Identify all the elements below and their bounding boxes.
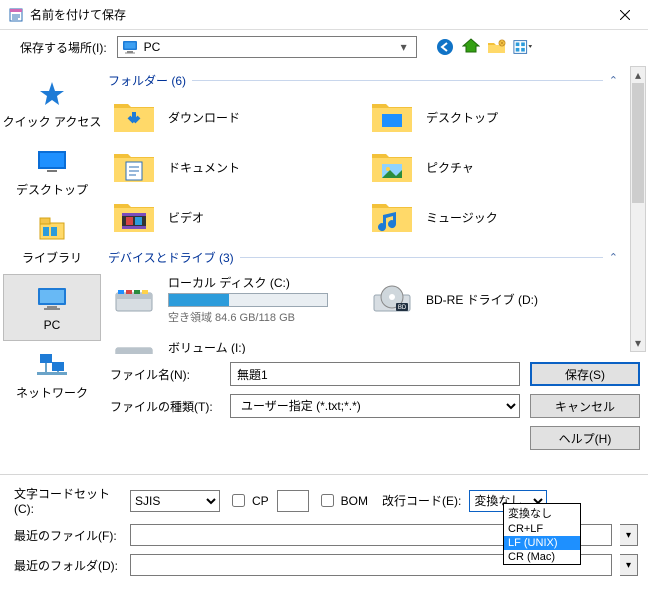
help-button[interactable]: ヘルプ(H) [530, 426, 640, 450]
chevron-down-icon: ▾ [396, 40, 412, 54]
save-button[interactable]: 保存(S) [530, 362, 640, 386]
pc-icon [36, 283, 68, 315]
drive-label: ローカル ディスク (C:) [168, 274, 328, 291]
scrollbar-vertical[interactable]: ▴ ▾ [630, 66, 646, 352]
eol-dropdown-list[interactable]: 変換なし CR+LF LF (UNIX) CR (Mac) [503, 503, 581, 565]
pictures-icon [368, 147, 416, 187]
libraries-icon [36, 214, 68, 246]
app-icon [8, 7, 24, 23]
file-listing: フォルダー (6) ⌃ ダウンロード デスクトップ ドキュメント ピクチャ [104, 64, 648, 354]
hdd-icon [110, 335, 158, 354]
view-menu-button[interactable] [513, 37, 533, 57]
recent-file-label: 最近のファイル(F): [10, 527, 122, 544]
up-button[interactable] [461, 37, 481, 57]
group-title: フォルダー (6) [108, 72, 186, 89]
folder-documents[interactable]: ドキュメント [108, 145, 366, 189]
folder-pictures[interactable]: ピクチャ [366, 145, 624, 189]
capacity-bar [168, 293, 328, 307]
look-in-toolbar: 保存する場所(I): PC ▾ [0, 30, 648, 64]
eol-option[interactable]: 変換なし [504, 504, 580, 522]
bom-checkbox[interactable]: BOM [317, 491, 368, 510]
look-in-label: 保存する場所(I): [20, 39, 107, 56]
drive-c[interactable]: ローカル ディスク (C:) 空き領域 84.6 GB/118 GB [108, 272, 366, 327]
star-icon [36, 78, 68, 110]
collapse-icon: ⌃ [609, 74, 618, 87]
folder-videos[interactable]: ビデオ [108, 195, 366, 239]
svg-text:BD: BD [398, 305, 407, 311]
eol-label: 改行コード(E): [382, 492, 461, 509]
collapse-icon: ⌃ [609, 251, 618, 264]
group-title: デバイスとドライブ (3) [108, 249, 234, 266]
desktop-folder-icon [368, 97, 416, 137]
charset-select[interactable]: SJIS [130, 490, 220, 512]
folder-desktop[interactable]: デスクトップ [366, 95, 624, 139]
recent-folder-dropdown[interactable]: ▾ [620, 554, 638, 576]
folder-downloads[interactable]: ダウンロード [108, 95, 366, 139]
title-bar: 名前を付けて保存 [0, 0, 648, 30]
folder-music[interactable]: ミュージック [366, 195, 624, 239]
recent-folder-label: 最近のフォルダ(D): [10, 557, 122, 574]
scroll-down-icon[interactable]: ▾ [631, 335, 645, 351]
back-button[interactable] [435, 37, 455, 57]
places-bar: クイック アクセス デスクトップ ライブラリ PC ネットワーク [0, 64, 104, 354]
eol-option[interactable]: CR (Mac) [504, 550, 580, 564]
place-label: クイック アクセス [3, 113, 102, 130]
item-label: ミュージック [426, 209, 498, 226]
group-header-folders[interactable]: フォルダー (6) ⌃ [108, 72, 624, 89]
item-label: デスクトップ [426, 109, 498, 126]
cp-checkbox[interactable]: CP [228, 491, 269, 510]
hdd-icon [110, 280, 158, 320]
item-label: ビデオ [168, 209, 204, 226]
scroll-thumb[interactable] [632, 83, 644, 203]
documents-icon [110, 147, 158, 187]
item-label: ピクチャ [426, 159, 474, 176]
place-label: デスクトップ [16, 181, 88, 198]
place-label: ライブラリ [22, 249, 82, 266]
dialog-body: クイック アクセス デスクトップ ライブラリ PC ネットワーク フォルダー (… [0, 64, 648, 354]
group-header-drives[interactable]: デバイスとドライブ (3) ⌃ [108, 249, 624, 266]
recent-file-dropdown[interactable]: ▾ [620, 524, 638, 546]
fields-area: ファイル名(N): 保存(S) ファイルの種類(T): ユーザー指定 (*.tx… [0, 354, 648, 462]
cancel-button[interactable]: キャンセル [530, 394, 640, 418]
pc-icon [122, 39, 138, 55]
drive-label: BD-RE ドライブ (D:) [426, 291, 538, 308]
separator [0, 474, 648, 475]
cp-input[interactable] [277, 490, 309, 512]
eol-option[interactable]: LF (UNIX) [504, 536, 580, 550]
close-icon [620, 10, 630, 20]
place-desktop[interactable]: デスクトップ [0, 138, 104, 206]
place-pc[interactable]: PC [3, 274, 101, 341]
item-label: ドキュメント [168, 159, 240, 176]
drive-d[interactable]: BD BD-RE ドライブ (D:) [366, 272, 624, 327]
desktop-icon [36, 146, 68, 178]
close-button[interactable] [602, 0, 648, 30]
bd-drive-icon: BD [368, 280, 416, 320]
scroll-up-icon[interactable]: ▴ [631, 67, 645, 83]
videos-icon [110, 197, 158, 237]
filetype-label: ファイルの種類(T): [110, 398, 220, 415]
filename-input[interactable] [230, 362, 520, 386]
drive-i[interactable]: ボリューム (I:) [108, 333, 366, 354]
drive-label: ボリューム (I:) [168, 339, 328, 355]
place-libraries[interactable]: ライブラリ [0, 206, 104, 274]
scroll-track[interactable] [631, 83, 645, 335]
music-icon [368, 197, 416, 237]
window-title: 名前を付けて保存 [30, 6, 602, 23]
filetype-select[interactable]: ユーザー指定 (*.txt;*.*) [230, 394, 520, 418]
look-in-combo[interactable]: PC ▾ [117, 36, 417, 58]
filename-label: ファイル名(N): [110, 366, 220, 383]
item-label: ダウンロード [168, 109, 240, 126]
look-in-value: PC [144, 40, 396, 54]
place-quick-access[interactable]: クイック アクセス [0, 70, 104, 138]
place-label: PC [44, 318, 61, 332]
drive-free: 空き領域 84.6 GB/118 GB [168, 309, 328, 325]
new-folder-button[interactable] [487, 37, 507, 57]
downloads-icon [110, 97, 158, 137]
charset-label: 文字コードセット(C): [10, 485, 122, 516]
eol-option[interactable]: CR+LF [504, 522, 580, 536]
